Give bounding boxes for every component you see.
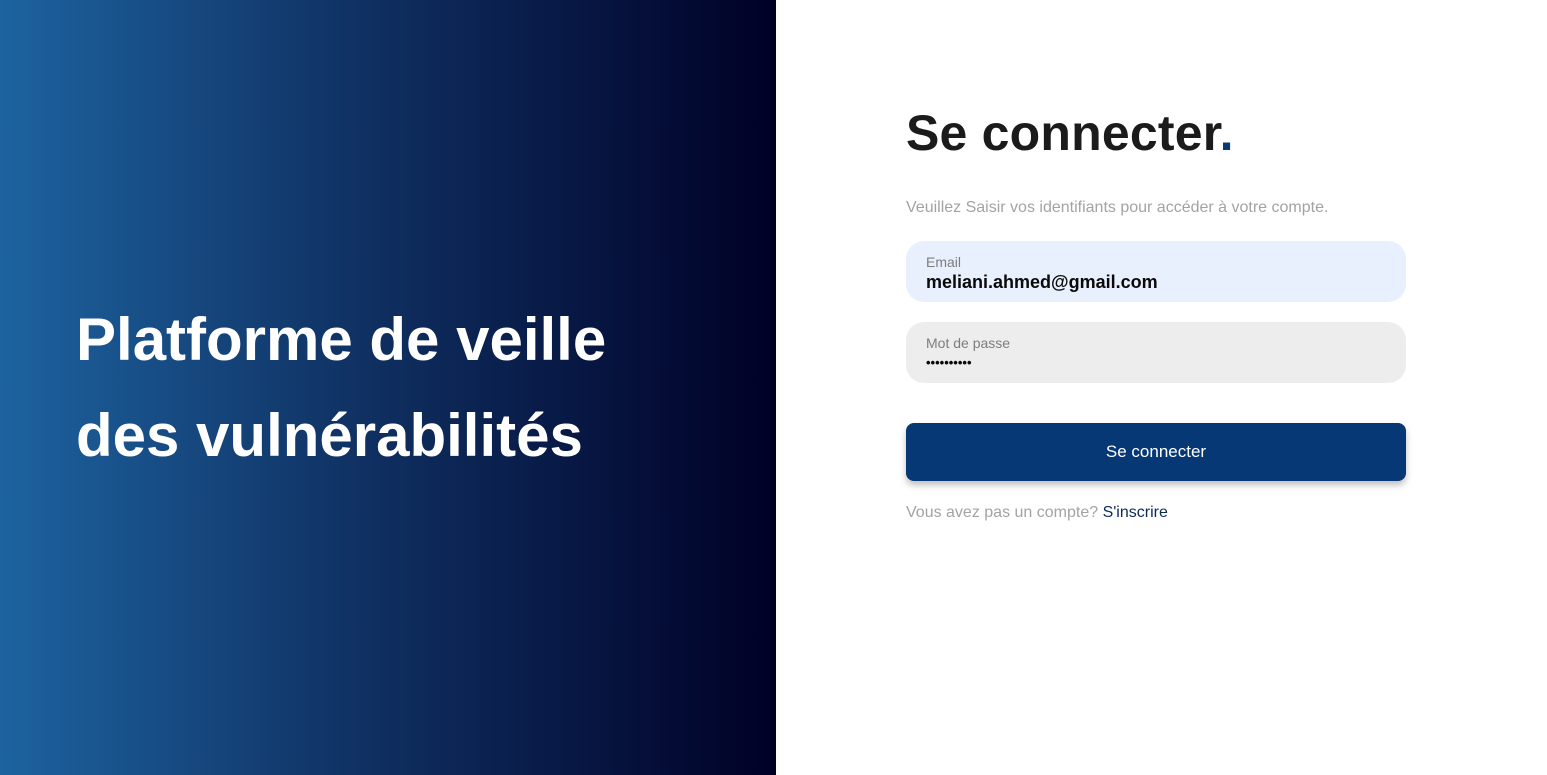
login-button[interactable]: Se connecter <box>906 423 1406 481</box>
hero-panel: Platforme de veille des vulnérabilités <box>0 0 776 775</box>
signup-prompt: Vous avez pas un compte? <box>906 504 1099 521</box>
login-heading: Se connecter. <box>906 102 1406 164</box>
password-input[interactable]: •••••••••• <box>926 353 1386 373</box>
hero-title-line-2: des vulnérabilités <box>76 402 583 469</box>
password-label: Mot de passe <box>926 335 1011 351</box>
login-form: Se connecter. Veuillez Saisir vos identi… <box>906 102 1406 523</box>
signup-link[interactable]: S'inscrire <box>1103 504 1168 521</box>
email-field[interactable]: Email <box>906 241 1406 302</box>
login-heading-dot: . <box>1219 105 1234 161</box>
password-field[interactable]: Mot de passe •••••••••• <box>906 322 1406 383</box>
signup-prompt-line: Vous avez pas un compte? S'inscrire <box>906 503 1406 523</box>
login-panel: Se connecter. Veuillez Saisir vos identi… <box>776 0 1547 775</box>
email-label: Email <box>926 254 962 270</box>
login-page: Platforme de veille des vulnérabilités S… <box>0 0 1547 775</box>
login-heading-text: Se connecter <box>906 105 1220 161</box>
hero-title: Platforme de veille des vulnérabilités <box>76 292 716 484</box>
hero-title-line-1: Platforme de veille <box>76 306 607 373</box>
email-input[interactable] <box>926 271 1386 293</box>
login-subtitle: Veuillez Saisir vos identifiants pour ac… <box>906 199 1329 216</box>
